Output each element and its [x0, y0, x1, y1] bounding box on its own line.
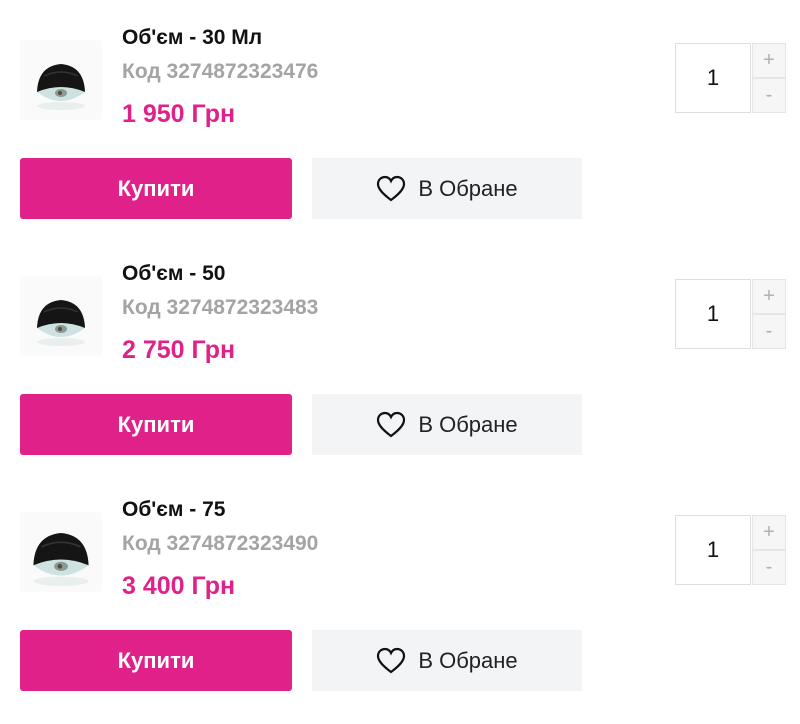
buy-button[interactable]: Купити	[20, 630, 292, 691]
quantity-field[interactable]: 1	[675, 43, 751, 113]
perfume-bottle-image	[33, 533, 89, 586]
product-variant: Об'єм - 30 Мл Код 3274872323476 1 950 Гр…	[0, 0, 800, 236]
product-variant: Об'єм - 50 Код 3274872323483 2 750 Грн 1…	[0, 236, 800, 472]
perfume-bottle-image	[37, 300, 85, 346]
add-to-favorites-button[interactable]: В Обране	[312, 158, 582, 219]
quantity-field[interactable]: 1	[675, 515, 751, 585]
product-thumbnail[interactable]	[20, 276, 102, 356]
add-to-favorites-button[interactable]: В Обране	[312, 394, 582, 455]
product-variant: Об'єм - 75 Код 3274872323490 3 400 Грн 1…	[0, 472, 800, 708]
product-thumbnail[interactable]	[20, 512, 102, 592]
product-code: Код 3274872323490	[122, 532, 319, 555]
favorites-label: В Обране	[418, 647, 518, 673]
quantity-increase-button[interactable]: +	[752, 43, 786, 78]
product-price: 2 750 Грн	[122, 336, 236, 364]
favorites-label: В Обране	[418, 411, 518, 437]
heart-icon	[377, 175, 406, 201]
quantity-decrease-button[interactable]: -	[752, 550, 786, 585]
add-to-favorites-button[interactable]: В Обране	[312, 630, 582, 691]
product-price: 1 950 Грн	[122, 100, 236, 128]
product-code: Код 3274872323476	[122, 60, 319, 83]
buy-button[interactable]: Купити	[20, 158, 292, 219]
product-price: 3 400 Грн	[122, 572, 236, 600]
variant-title: Об'єм - 75	[122, 498, 226, 521]
heart-icon	[377, 411, 406, 437]
variant-title: Об'єм - 50	[122, 262, 226, 285]
product-code: Код 3274872323483	[122, 296, 319, 319]
quantity-increase-button[interactable]: +	[752, 515, 786, 550]
product-thumbnail[interactable]	[20, 40, 102, 120]
favorites-label: В Обране	[418, 175, 518, 201]
quantity-increase-button[interactable]: +	[752, 279, 786, 314]
quantity-field[interactable]: 1	[675, 279, 751, 349]
perfume-bottle-image	[37, 64, 85, 110]
buy-button[interactable]: Купити	[20, 394, 292, 455]
quantity-decrease-button[interactable]: -	[752, 314, 786, 349]
heart-icon	[377, 647, 406, 673]
quantity-decrease-button[interactable]: -	[752, 78, 786, 113]
variant-title: Об'єм - 30 Мл	[122, 26, 263, 49]
